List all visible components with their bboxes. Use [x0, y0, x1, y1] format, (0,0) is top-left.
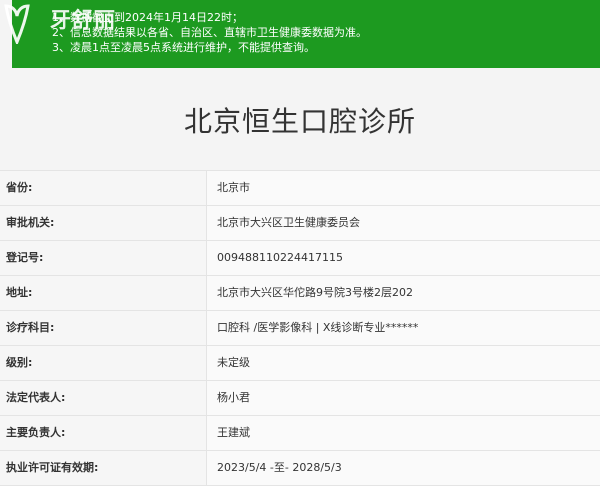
table-row-province: 省份: 北京市 [0, 171, 600, 206]
row-label: 登记号: [0, 241, 207, 275]
row-label: 诊疗科目: [0, 311, 207, 345]
logo-text: 牙舒丽 [50, 7, 116, 32]
row-label: 主要负责人: [0, 416, 207, 450]
row-label: 法定代表人: [0, 381, 207, 415]
row-label: 级别: [0, 346, 207, 380]
row-value: 2023/5/4 -至- 2028/5/3 [207, 451, 600, 485]
row-value: 北京市大兴区卫生健康委员会 [207, 206, 600, 240]
table-row-legal-representative: 法定代表人: 杨小君 [0, 381, 600, 416]
table-row-registration-number: 登记号: 009488110224417115 [0, 241, 600, 276]
row-value: 009488110224417115 [207, 241, 600, 275]
row-value: 口腔科 /医学影像科 | X线诊断专业****** [207, 311, 600, 345]
table-row-address: 地址: 北京市大兴区华佗路9号院3号楼2层202 [0, 276, 600, 311]
page-title: 北京恒生口腔诊所 [183, 105, 416, 138]
site-logo[interactable]: 牙舒丽 [0, 0, 140, 50]
table-row-departments: 诊疗科目: 口腔科 /医学影像科 | X线诊断专业****** [0, 311, 600, 346]
tooth-logo-icon [4, 4, 30, 44]
row-value: 北京市大兴区华佗路9号院3号楼2层202 [207, 276, 600, 310]
info-table: 省份: 北京市 审批机关: 北京市大兴区卫生健康委员会 登记号: 0094881… [0, 170, 600, 486]
row-value: 北京市 [207, 171, 600, 205]
row-value: 杨小君 [207, 381, 600, 415]
table-row-license-validity: 执业许可证有效期: 2023/5/4 -至- 2028/5/3 [0, 451, 600, 486]
table-row-approval-authority: 审批机关: 北京市大兴区卫生健康委员会 [0, 206, 600, 241]
row-label: 审批机关: [0, 206, 207, 240]
table-row-principal: 主要负责人: 王建斌 [0, 416, 600, 451]
table-row-level: 级别: 未定级 [0, 346, 600, 381]
row-value: 未定级 [207, 346, 600, 380]
row-label: 执业许可证有效期: [0, 451, 207, 485]
row-value: 王建斌 [207, 416, 600, 450]
row-label: 省份: [0, 171, 207, 205]
row-label: 地址: [0, 276, 207, 310]
